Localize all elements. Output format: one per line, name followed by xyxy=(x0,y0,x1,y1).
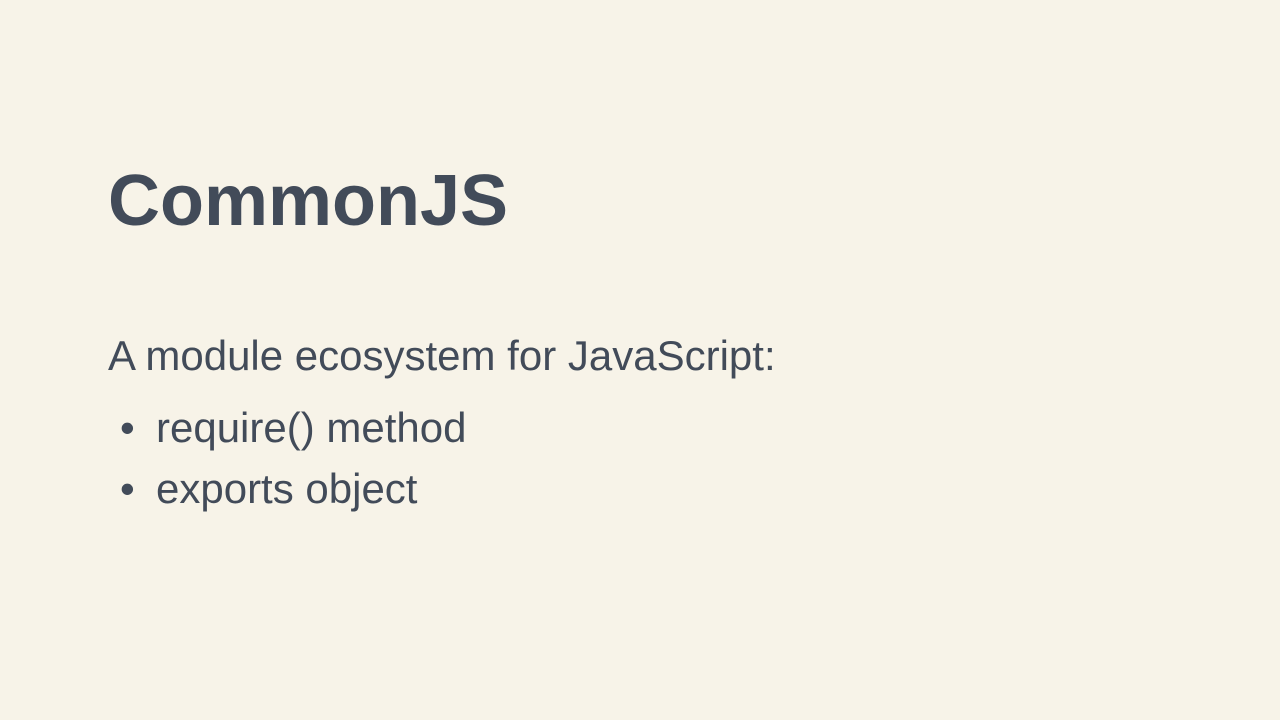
bullet-list: require() method exports object xyxy=(108,398,1172,520)
slide-container: CommonJS A module ecosystem for JavaScri… xyxy=(0,0,1280,720)
slide-subtitle: A module ecosystem for JavaScript: xyxy=(108,332,1172,380)
list-item: require() method xyxy=(108,398,1172,459)
slide-title: CommonJS xyxy=(108,160,1172,242)
list-item: exports object xyxy=(108,459,1172,520)
